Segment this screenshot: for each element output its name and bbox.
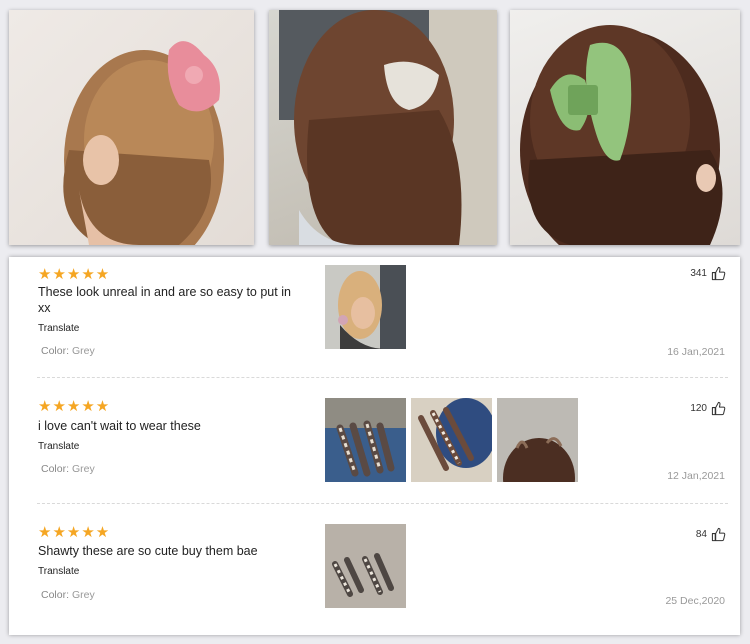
color-variant: Color: Grey <box>41 463 95 475</box>
color-value: Grey <box>71 589 95 601</box>
star-rating: ★★★★★ <box>38 524 111 541</box>
hero-photo-row <box>9 10 741 247</box>
review-item: ★★★★★ i love can't wait to wear these Tr… <box>9 377 740 503</box>
thumbs-up-icon <box>711 401 726 416</box>
star-rating: ★★★★★ <box>38 266 111 283</box>
review-photo-thumbnail[interactable] <box>325 524 406 608</box>
review-date: 12 Jan,2021 <box>667 470 725 482</box>
review-item: ★★★★★ Shawty these are so cute buy them … <box>9 503 740 635</box>
like-count: 120 <box>690 403 707 414</box>
translate-link[interactable]: Translate <box>38 323 79 334</box>
hero-photo-green-claw <box>510 10 740 245</box>
translate-link[interactable]: Translate <box>38 566 79 577</box>
reviews-panel: ★★★★★ These look unreal in and are so ea… <box>9 257 740 635</box>
review-text: i love can't wait to wear these <box>38 419 201 433</box>
review-date: 25 Dec,2020 <box>665 595 725 607</box>
like-button[interactable]: 341 <box>690 266 726 281</box>
color-label: Color: <box>41 463 70 475</box>
review-text: These look unreal in and are so easy to … <box>38 285 291 315</box>
review-photo-thumbnail[interactable] <box>411 398 492 482</box>
review-photos <box>325 265 406 349</box>
review-text: Shawty these are so cute buy them bae <box>38 544 258 558</box>
star-rating: ★★★★★ <box>38 398 111 415</box>
review-photo-thumbnail[interactable] <box>325 398 406 482</box>
translate-link[interactable]: Translate <box>38 441 79 452</box>
like-button[interactable]: 120 <box>690 401 726 416</box>
color-value: Grey <box>71 463 95 475</box>
like-count: 341 <box>690 268 707 279</box>
review-item: ★★★★★ These look unreal in and are so ea… <box>9 257 740 377</box>
like-button[interactable]: 84 <box>696 527 726 542</box>
hero-photo-grey-claw <box>269 10 497 245</box>
color-label: Color: <box>41 345 70 357</box>
hero-photo-pink-claw <box>9 10 254 245</box>
review-date: 16 Jan,2021 <box>667 346 725 358</box>
color-variant: Color: Grey <box>41 589 95 601</box>
review-photos <box>325 398 578 482</box>
review-photo-thumbnail[interactable] <box>497 398 578 482</box>
color-value: Grey <box>71 345 95 357</box>
review-photos <box>325 524 406 608</box>
thumbs-up-icon <box>711 266 726 281</box>
color-variant: Color: Grey <box>41 345 95 357</box>
thumbs-up-icon <box>711 527 726 542</box>
color-label: Color: <box>41 589 70 601</box>
like-count: 84 <box>695 529 707 540</box>
review-photo-thumbnail[interactable] <box>325 265 406 349</box>
